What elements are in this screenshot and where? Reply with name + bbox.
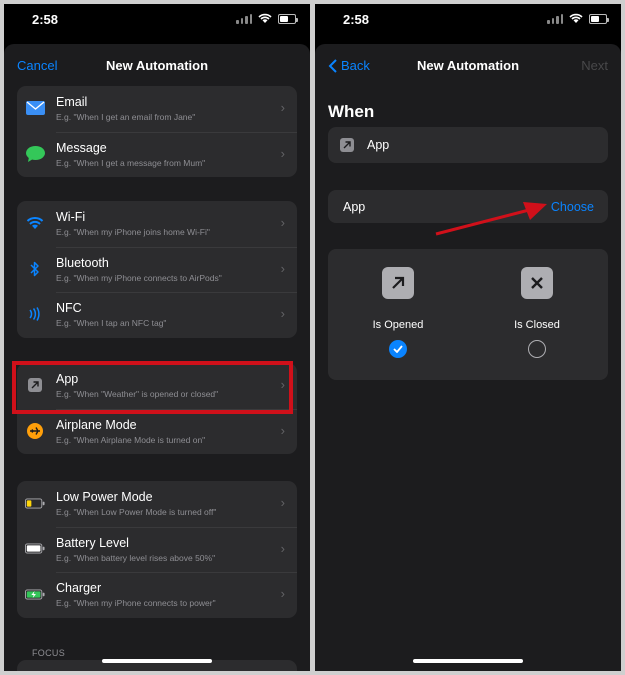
wifi-icon xyxy=(25,215,45,231)
chevron-right-icon: › xyxy=(280,145,285,161)
envelope-icon xyxy=(25,100,45,116)
nav-bar: Cancel New Automation xyxy=(4,44,310,88)
bluetooth-icon xyxy=(25,261,45,277)
battery-status-icon xyxy=(589,13,609,24)
wifi-status-icon xyxy=(258,13,272,23)
item-subtitle: E.g. "When my iPhone joins home Wi-Fi" xyxy=(56,227,210,237)
chevron-right-icon: › xyxy=(280,540,285,556)
list-item-wifi[interactable]: Wi-Fi E.g. "When my iPhone joins home Wi… xyxy=(17,201,297,247)
list-item-airplane-mode[interactable]: Airplane Mode E.g. "When Airplane Mode i… xyxy=(17,408,297,455)
wifi-status-icon xyxy=(569,13,583,23)
low-battery-icon xyxy=(25,495,45,511)
airplane-icon xyxy=(25,422,45,439)
item-title: NFC xyxy=(56,301,82,315)
status-time: 2:58 xyxy=(343,12,370,27)
section-heading-when: When xyxy=(328,102,375,121)
item-subtitle: E.g. "When Low Power Mode is turned off" xyxy=(56,507,217,517)
next-button[interactable]: Next xyxy=(581,58,608,73)
automation-sheet: Back New Automation Next When App App Ch… xyxy=(315,44,621,671)
chevron-right-icon: › xyxy=(280,306,285,321)
section-header-focus: FOCUS xyxy=(32,648,65,658)
trigger-group-connectivity: Wi-Fi E.g. "When my iPhone joins home Wi… xyxy=(17,201,297,338)
chevron-right-icon: › xyxy=(280,215,285,230)
item-subtitle: E.g. "When Airplane Mode is turned on" xyxy=(56,434,206,445)
arrow-up-right-icon xyxy=(382,267,414,299)
status-bar: 2:58 xyxy=(315,4,621,40)
item-subtitle: E.g. "When I tap an NFC tag" xyxy=(56,318,167,328)
status-bar: 2:58 xyxy=(4,4,310,40)
message-bubble-icon xyxy=(25,145,45,162)
annotation-highlight-box xyxy=(12,361,293,414)
status-time: 2:58 xyxy=(32,12,59,27)
trigger-label: App xyxy=(367,138,390,152)
item-title: Airplane Mode xyxy=(56,417,137,432)
open-close-options: Is Opened Is Closed xyxy=(328,249,608,380)
app-arrow-icon xyxy=(340,138,354,152)
item-subtitle: E.g. "When battery level rises above 50%… xyxy=(56,552,216,563)
list-item-bluetooth[interactable]: Bluetooth E.g. "When my iPhone connects … xyxy=(17,246,297,293)
trigger-group-power: Low Power Mode E.g. "When Low Power Mode… xyxy=(17,481,297,618)
automation-sheet: Cancel New Automation Email E.g. "When I… xyxy=(4,44,310,671)
charging-battery-icon xyxy=(25,586,45,602)
battery-icon xyxy=(25,541,45,557)
list-item-low-power-mode[interactable]: Low Power Mode E.g. "When Low Power Mode… xyxy=(17,481,297,527)
item-title: Charger xyxy=(56,581,102,595)
cellular-signal-icon xyxy=(236,13,252,24)
cellular-signal-icon xyxy=(547,13,563,24)
item-title: Battery Level xyxy=(56,535,129,550)
item-subtitle: E.g. "When my iPhone connects to AirPods… xyxy=(56,272,222,283)
home-indicator xyxy=(102,659,212,663)
list-item-charger[interactable]: Charger E.g. "When my iPhone connects to… xyxy=(17,572,297,618)
list-item-battery-level[interactable]: Battery Level E.g. "When battery level r… xyxy=(17,526,297,573)
nav-title: New Automation xyxy=(416,58,520,73)
annotation-arrow xyxy=(435,202,547,236)
trigger-summary-card: App xyxy=(328,127,608,163)
item-subtitle: E.g. "When my iPhone connects to power" xyxy=(56,598,216,608)
app-row-label: App xyxy=(343,200,366,214)
x-mark-icon xyxy=(521,267,553,299)
list-item-nfc[interactable]: NFC E.g. "When I tap an NFC tag" › xyxy=(17,292,297,338)
option-is-opened[interactable]: Is Opened xyxy=(328,249,468,358)
nav-bar: Back New Automation Next xyxy=(315,44,621,88)
option-label: Is Opened xyxy=(372,319,424,331)
item-title: Wi-Fi xyxy=(56,210,86,224)
option-label: Is Closed xyxy=(514,319,560,331)
item-title: Email xyxy=(56,95,88,109)
right-screen: 2:58 Back New Automation Next When App A… xyxy=(315,4,621,671)
left-screen: 2:58 Cancel New Automation Email E.g. "W… xyxy=(4,4,310,671)
item-subtitle: E.g. "When I get an email from Jane" xyxy=(56,112,196,122)
home-indicator xyxy=(413,659,523,663)
item-title: Bluetooth xyxy=(56,255,109,270)
battery-status-icon xyxy=(278,13,298,24)
checkmark-icon xyxy=(393,345,403,353)
choose-button[interactable]: Choose xyxy=(551,200,594,214)
option-is-closed[interactable]: Is Closed xyxy=(467,249,607,358)
chevron-right-icon: › xyxy=(280,422,285,438)
nav-title: New Automation xyxy=(105,58,209,73)
item-subtitle: E.g. "When I get a message from Mum" xyxy=(56,157,206,168)
list-item-email[interactable]: Email E.g. "When I get an email from Jan… xyxy=(17,86,297,132)
chevron-right-icon: › xyxy=(280,100,285,115)
chevron-right-icon: › xyxy=(280,260,285,276)
chevron-right-icon: › xyxy=(280,495,285,510)
item-title: Message xyxy=(56,140,107,155)
list-item-message[interactable]: Message E.g. "When I get a message from … xyxy=(17,131,297,178)
item-title: Low Power Mode xyxy=(56,490,153,504)
radio-unchecked[interactable] xyxy=(528,340,546,358)
trigger-group-communication: Email E.g. "When I get an email from Jan… xyxy=(17,86,297,177)
chevron-right-icon: › xyxy=(280,586,285,601)
nfc-icon xyxy=(25,306,45,322)
radio-checked[interactable] xyxy=(389,340,407,358)
